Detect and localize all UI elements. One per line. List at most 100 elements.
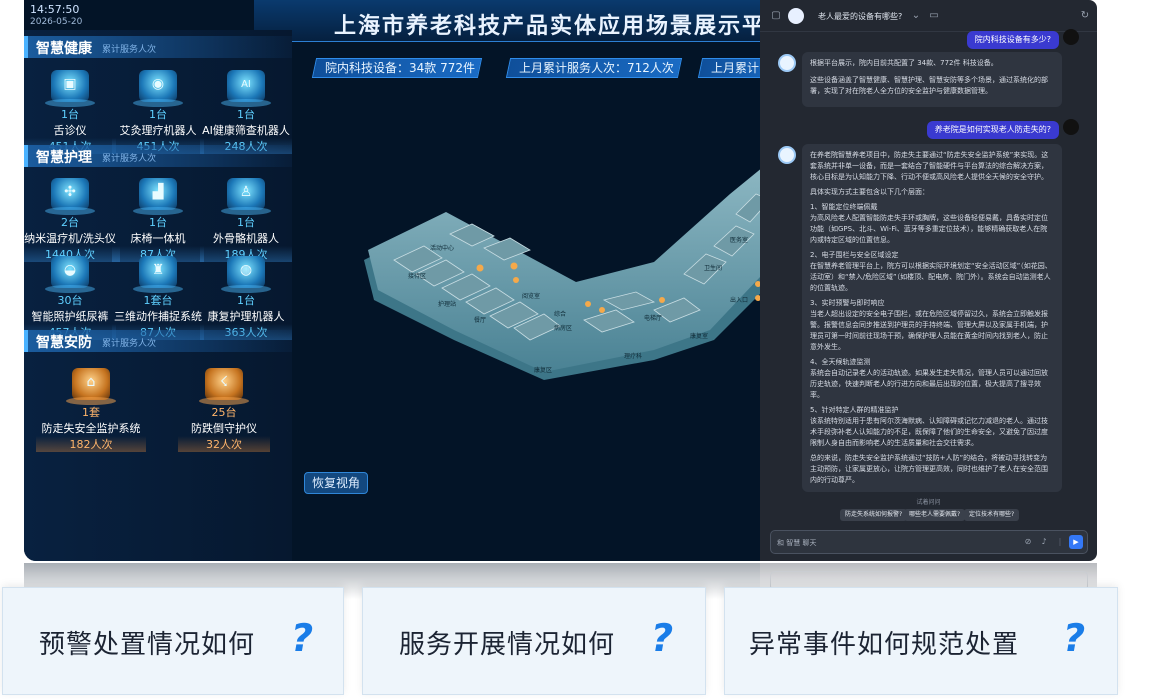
- device-count: 1台: [149, 108, 167, 121]
- divider: |: [1058, 537, 1062, 546]
- device-name: 智能照护纸尿裤: [31, 310, 109, 323]
- anti-wander-icon: ⌂: [66, 368, 116, 405]
- stat-device-total: 院内科技设备：34款 772件: [311, 58, 483, 78]
- dashboard-panel: 上海市养老科技产品实体应用场景展示平 14:57:50 2026-05-20 智…: [24, 0, 760, 561]
- clock: 14:57:50 2026-05-20: [30, 4, 82, 28]
- bot-paragraph: 具体实现方式主要包含以下几个层面：: [810, 188, 929, 196]
- section-title: 智慧健康: [36, 41, 92, 57]
- chat-title[interactable]: 老人最爱的设备有哪些?: [818, 11, 902, 22]
- device-count: 2台: [61, 216, 79, 229]
- moxibustion-robot-icon: ◉: [133, 70, 183, 107]
- refresh-icon[interactable]: ↻: [1079, 10, 1091, 22]
- motion-capture-card[interactable]: ♜ 1套台 三维动作捕捉系统 87人次: [112, 256, 204, 340]
- map-label: 餐厅: [474, 316, 486, 324]
- device-count: 1套: [82, 406, 100, 419]
- section-title: 智慧安防: [36, 335, 92, 351]
- user-message: 养老院是如何实现老人防走失的?: [926, 121, 1059, 139]
- bot-paragraph: 该系统特别适用于患有阿尔茨海默病、认知障碍或记忆力减退的老人。通过技术手段弥补老…: [810, 417, 1048, 447]
- question-text: 服务开展情况如何: [399, 630, 616, 660]
- device-count: 25台: [211, 406, 237, 419]
- question-card-service[interactable]: 服务开展情况如何 ?: [362, 587, 706, 695]
- device-name: 三维动作捕捉系统: [114, 310, 202, 323]
- smart-diaper-card[interactable]: ◒ 30台 智能照护纸尿裤 457人次: [24, 256, 116, 340]
- send-button[interactable]: ▶: [1069, 535, 1083, 549]
- device-name: 舌诊仪: [53, 124, 87, 137]
- suggestion-chip[interactable]: 定位技术有哪些?: [964, 509, 1020, 521]
- moxibustion-robot-card[interactable]: ◉ 1台 艾灸理疗机器人 451人次: [112, 70, 204, 154]
- question-text: 预警处置情况如何: [39, 630, 256, 660]
- clock-time: 14:57:50: [30, 3, 80, 16]
- question-card-incident[interactable]: 异常事件如何规范处置 ?: [724, 587, 1118, 695]
- chat-input[interactable]: [777, 535, 997, 550]
- new-chat-icon[interactable]: ▭: [928, 10, 940, 22]
- attachment-icon[interactable]: ⊘: [1023, 537, 1033, 549]
- bot-paragraph: 总的来说，防走失安全监护系统通过“技防+人防”的结合，将被动寻找转变为主动预防，…: [810, 454, 1048, 484]
- section-smart-health: 智慧健康 累计服务人次: [24, 36, 292, 58]
- bot-heading: 5、针对特定人群的精准监护: [810, 406, 899, 414]
- bot-heading: 1、智能定位终端佩戴: [810, 203, 878, 211]
- map-label: 卫生间: [704, 264, 722, 272]
- bot-paragraph: 为高风险老人配置智能防走失手环或胸牌，这些设备轻便易戴，具备实时定位功能（如GP…: [810, 214, 1048, 244]
- nano-therapy-card[interactable]: ✣ 2台 纳米温疗机/洗头仪 1440人次: [24, 178, 120, 262]
- bot-message: 根据平台展示，院内目前共配置了 34款、772件 科技设备。 这些设备涵盖了智慧…: [802, 52, 1062, 107]
- reset-view-button[interactable]: 恢复视角: [304, 472, 368, 494]
- tongue-scanner-card[interactable]: ▣ 1台 舌诊仪 451人次: [24, 70, 116, 154]
- nano-therapy-icon: ✣: [45, 178, 95, 215]
- section-smart-security: 智慧安防 累计服务人次: [24, 330, 292, 352]
- bot-paragraph: 在智慧养老管理平台上，院方可以根据实际环境划定“安全活动区域”（如花园、活动室）…: [810, 262, 1052, 292]
- chat-input-box: ⊘ ♪ | ▶: [770, 530, 1088, 554]
- rehab-robot-card[interactable]: ◍ 1台 康复护理机器人 363人次: [200, 256, 292, 340]
- device-name: 床椅一体机: [130, 232, 186, 245]
- device-name: 防跌倒守护仪: [191, 422, 257, 435]
- bot-avatar: [778, 54, 796, 72]
- suggestion-chip[interactable]: 防走失系统如何报警?: [840, 509, 908, 521]
- clock-date: 2026-05-20: [30, 17, 83, 27]
- anti-wander-card[interactable]: ⌂ 1套 防走失安全监护系统 182人次: [36, 368, 146, 452]
- suggestion-chip[interactable]: 哪些老人需要佩戴?: [904, 509, 966, 521]
- suggestion-label: 试着问问: [916, 499, 941, 506]
- bed-chair-card[interactable]: ▟ 1台 床椅一体机 87人次: [112, 178, 204, 262]
- floor-map[interactable]: 活动中心 护理站 餐厅 康复区 阅览室 综合 电梯厅 卫生间 医务室 出入口 康…: [354, 150, 760, 450]
- bot-heading: 4、全天候轨迹监测: [810, 358, 871, 366]
- question-text: 异常事件如何规范处置: [749, 630, 1020, 660]
- device-count: 30台: [57, 294, 83, 307]
- map-label: 电梯厅: [644, 314, 662, 322]
- device-name: AI健康筛查机器人: [202, 124, 290, 137]
- ai-health-robot-card[interactable]: AI 1台 AI健康筛查机器人 248人次: [200, 70, 292, 154]
- chevron-down-icon[interactable]: ⌄: [910, 10, 922, 22]
- microphone-icon[interactable]: ♪: [1039, 537, 1049, 549]
- bot-avatar: [778, 146, 796, 164]
- section-smart-nursing: 智慧护理 累计服务人次: [24, 145, 292, 167]
- map-label: 病房区: [554, 324, 572, 332]
- device-count: 1台: [149, 216, 167, 229]
- device-count: 1台: [61, 108, 79, 121]
- bot-message: 在养老院智慧养老项目中，防走失主要通过“防走失安全监护系统”来实现。这套系统并非…: [802, 144, 1062, 492]
- device-name: 防走失安全监护系统: [41, 422, 141, 435]
- user-avatar: [1063, 119, 1079, 135]
- bot-paragraph: 根据平台展示，院内目前共配置了 34款、772件 科技设备。: [810, 59, 998, 67]
- map-label: 康复区: [534, 366, 552, 374]
- rehab-robot-icon: ◍: [221, 256, 271, 293]
- question-card-warning[interactable]: 预警处置情况如何 ?: [2, 587, 344, 695]
- chat-panel: ▢ 老人最爱的设备有哪些? ⌄ ▭ ↻ 院内科技设备有多少? 根据平台展示，院内…: [760, 0, 1097, 561]
- exoskeleton-card[interactable]: ♙ 1台 外骨骼机器人 189人次: [200, 178, 292, 262]
- map-label: 理疗科: [624, 352, 642, 360]
- device-name: 艾灸理疗机器人: [119, 124, 197, 137]
- section-subtitle: 累计服务人次: [102, 45, 157, 55]
- fall-guard-card[interactable]: ☇ 25台 防跌倒守护仪 32人次: [178, 368, 270, 452]
- device-count: 1台: [237, 294, 255, 307]
- map-label: 综合: [554, 310, 566, 318]
- device-name: 康复护理机器人: [207, 310, 285, 323]
- section-subtitle: 累计服务人次: [102, 339, 157, 349]
- sidebar-toggle-icon[interactable]: ▢: [770, 10, 782, 22]
- bot-paragraph: 在养老院智慧养老项目中，防走失主要通过“防走失安全监护系统”来实现。这套系统并非…: [810, 151, 1049, 181]
- device-served: 32人次: [178, 436, 270, 452]
- map-label: 出入口: [730, 296, 748, 304]
- bot-paragraph: 这些设备涵盖了智慧健康、智慧护理、智慧安防等多个场景，通过系统化的部署，实现了对…: [810, 76, 1048, 95]
- device-name: 外骨骼机器人: [213, 232, 279, 245]
- user-avatar: [1063, 29, 1079, 45]
- tongue-scanner-icon: ▣: [45, 70, 95, 107]
- dashboard-title: 上海市养老科技产品实体应用场景展示平: [334, 14, 760, 39]
- question-mark-icon: ?: [647, 616, 677, 660]
- map-label: 阅览室: [522, 292, 540, 300]
